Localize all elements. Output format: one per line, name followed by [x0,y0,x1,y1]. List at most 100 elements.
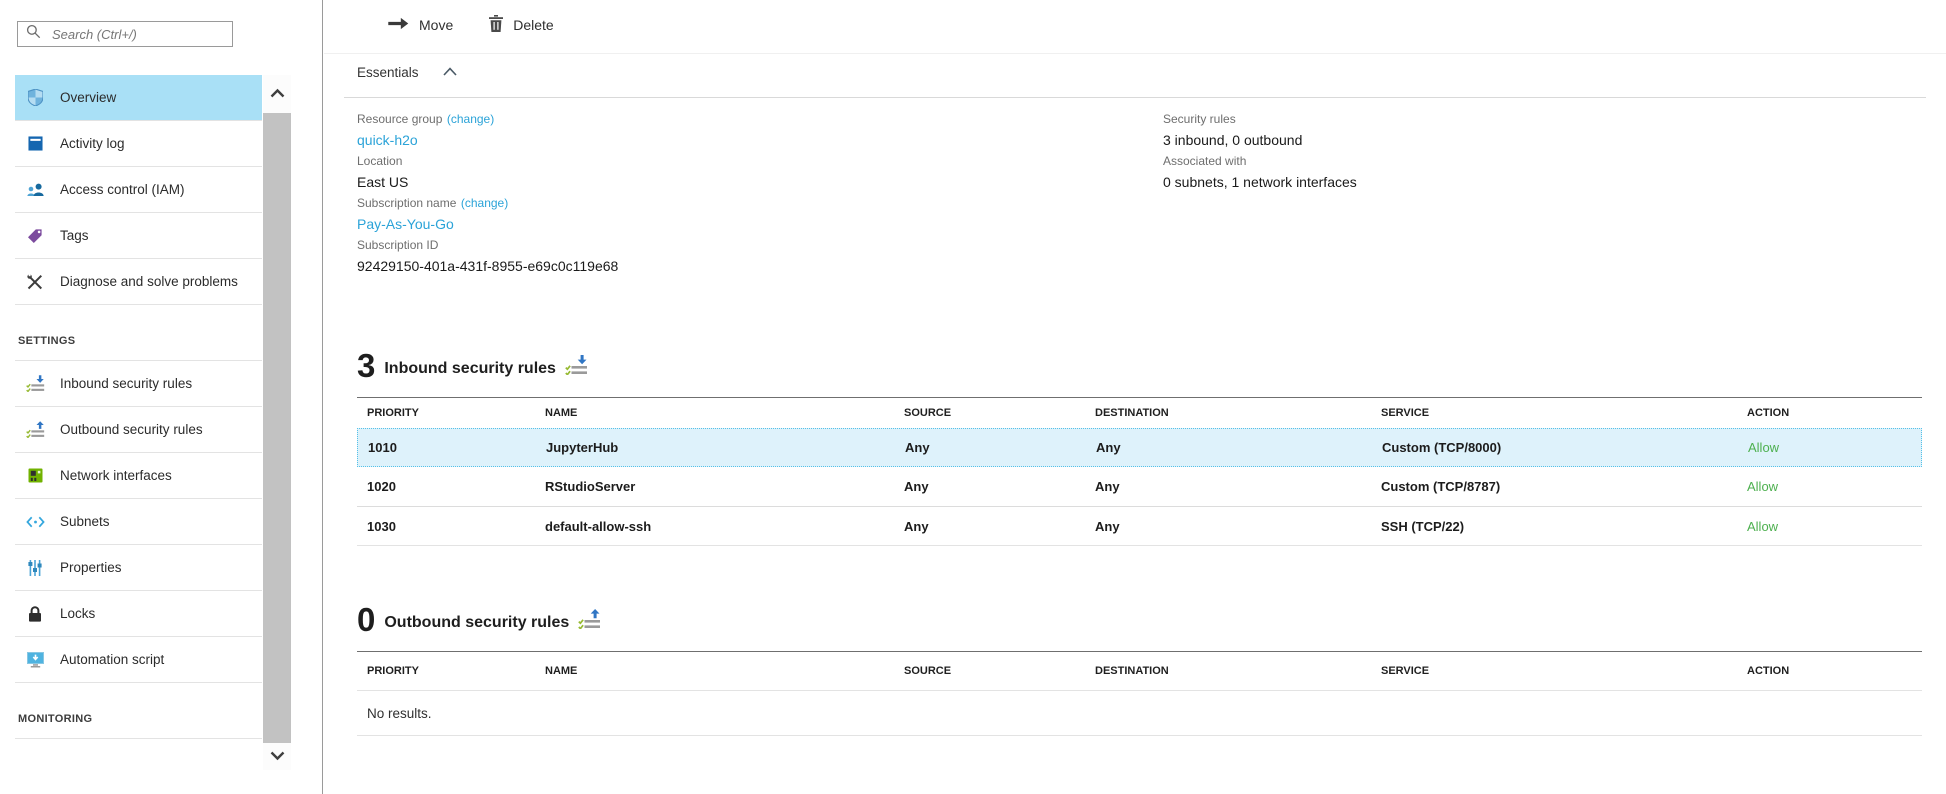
move-arrow-icon [388,17,409,33]
cell-name: default-allow-ssh [535,519,894,534]
tag-icon [24,228,46,244]
essentials-right-column: Security rules 3 inbound, 0 outbound Ass… [1163,110,1357,278]
outbound-rules-table: PRIORITY NAME SOURCE DESTINATION SERVICE… [357,651,1922,736]
sidebar-item-overview[interactable]: Overview [15,75,262,121]
resource-group-label: Resource group [357,112,442,126]
sidebar-item-label: Overview [60,90,116,105]
column-header-name: NAME [535,665,894,677]
subscription-id-value: 92429150-401a-431f-8955-e69c0c119e68 [357,254,1163,278]
resource-group-change-link[interactable]: (change) [447,112,494,126]
subnets-icon [24,516,46,528]
essentials-pair: Subscription ID 92429150-401a-431f-8955-… [357,236,1163,278]
sidebar-item-access-control[interactable]: Access control (IAM) [15,167,262,213]
subscription-change-link[interactable]: (change) [461,196,508,210]
cell-destination: Any [1086,440,1372,455]
sidebar-item-network-interfaces[interactable]: Network interfaces [15,453,262,499]
cell-source: Any [895,440,1086,455]
inbound-count: 3 [357,349,375,382]
cell-action: Allow [1737,479,1922,494]
sidebar-menu: Overview Activity log Access control (IA… [0,75,262,739]
trash-icon [489,15,503,35]
search-icon [26,24,41,44]
subscription-id-label: Subscription ID [357,238,438,252]
cell-priority: 1030 [357,519,535,534]
sidebar-scrollbar [263,75,291,770]
sidebar-item-label: Network interfaces [60,468,172,483]
inbound-rules-table: PRIORITY NAME SOURCE DESTINATION SERVICE… [357,397,1922,546]
subscription-name-value[interactable]: Pay-As-You-Go [357,212,1163,236]
search-input[interactable] [50,26,230,43]
sidebar-item-automation-script[interactable]: Automation script [15,637,262,683]
sidebar-item-label: Locks [60,606,95,621]
outbound-rules-icon [24,421,46,438]
cell-action: Allow [1737,519,1922,534]
table-row-jupyterhub[interactable]: 1010 JupyterHub Any Any Custom (TCP/8000… [357,428,1922,467]
network-interface-icon [24,468,46,483]
sidebar-section-settings: SETTINGS [15,305,262,361]
overview-content: Move Delete Essentials [324,0,1946,794]
column-header-destination: DESTINATION [1085,407,1371,419]
table-row-rstudioserver[interactable]: 1020 RStudioServer Any Any Custom (TCP/8… [357,467,1922,506]
command-bar: Move Delete [388,15,554,35]
chevron-up-icon [270,85,285,103]
automation-script-icon [24,652,46,668]
chevron-down-icon [270,748,285,766]
column-header-source: SOURCE [894,665,1085,677]
sidebar-item-inbound-security-rules[interactable]: Inbound security rules [15,361,262,407]
essentials-collapse-button[interactable] [443,63,457,81]
column-header-action: ACTION [1737,665,1922,677]
cell-destination: Any [1085,479,1371,494]
sidebar-item-label: Properties [60,560,122,575]
delete-button[interactable]: Delete [489,15,553,35]
lock-icon [24,606,46,622]
sidebar-item-label: Outbound security rules [60,422,203,437]
delete-button-label: Delete [513,17,553,33]
security-rules-label: Security rules [1163,112,1236,126]
inbound-rules-heading: 3 Inbound security rules [357,336,588,382]
sidebar-search-box[interactable] [17,21,233,47]
sidebar-item-label: Activity log [60,136,125,151]
sidebar-item-subnets[interactable]: Subnets [15,499,262,545]
sidebar-section-monitoring: MONITORING [15,683,262,739]
scrollbar-thumb[interactable] [263,113,291,743]
sidebar-item-diagnose[interactable]: Diagnose and solve problems [15,259,262,305]
column-header-service: SERVICE [1371,665,1737,677]
properties-icon [24,560,46,576]
cell-destination: Any [1085,519,1371,534]
shield-icon [24,89,46,106]
resource-group-value[interactable]: quick-h2o [357,128,1163,152]
essentials-pair: Subscription name (change) Pay-As-You-Go [357,194,1163,236]
table-row-default-allow-ssh[interactable]: 1030 default-allow-ssh Any Any SSH (TCP/… [357,506,1922,545]
sidebar-item-outbound-security-rules[interactable]: Outbound security rules [15,407,262,453]
toolbar-divider [324,53,1946,54]
sidebar-item-label: Automation script [60,652,164,667]
sidebar-item-locks[interactable]: Locks [15,591,262,637]
cell-service: SSH (TCP/22) [1371,519,1737,534]
no-results-message: No results. [357,690,1922,735]
people-icon [24,183,46,197]
sidebar-item-activity-log[interactable]: Activity log [15,121,262,167]
cell-source: Any [894,479,1085,494]
associated-with-value: 0 subnets, 1 network interfaces [1163,170,1357,194]
sidebar-item-label: Inbound security rules [60,376,192,391]
inbound-rules-icon [565,355,588,380]
scroll-down-button[interactable] [263,743,291,770]
move-button[interactable]: Move [388,17,453,33]
scroll-up-button[interactable] [263,75,291,113]
column-header-priority: PRIORITY [357,665,535,677]
outbound-count: 0 [357,603,375,636]
cell-action: Allow [1738,440,1921,455]
cell-name: RStudioServer [535,479,894,494]
cell-name: JupyterHub [536,440,895,455]
location-label: Location [357,154,402,168]
essentials-divider [344,97,1926,98]
subscription-name-label: Subscription name [357,196,456,210]
inbound-table-header: PRIORITY NAME SOURCE DESTINATION SERVICE… [357,397,1922,428]
column-header-name: NAME [535,407,894,419]
essentials-pair: Security rules 3 inbound, 0 outbound [1163,110,1357,152]
column-header-action: ACTION [1737,407,1922,419]
column-header-destination: DESTINATION [1085,665,1371,677]
sidebar-item-tags[interactable]: Tags [15,213,262,259]
essentials-pair: Location East US [357,152,1163,194]
sidebar-item-properties[interactable]: Properties [15,545,262,591]
